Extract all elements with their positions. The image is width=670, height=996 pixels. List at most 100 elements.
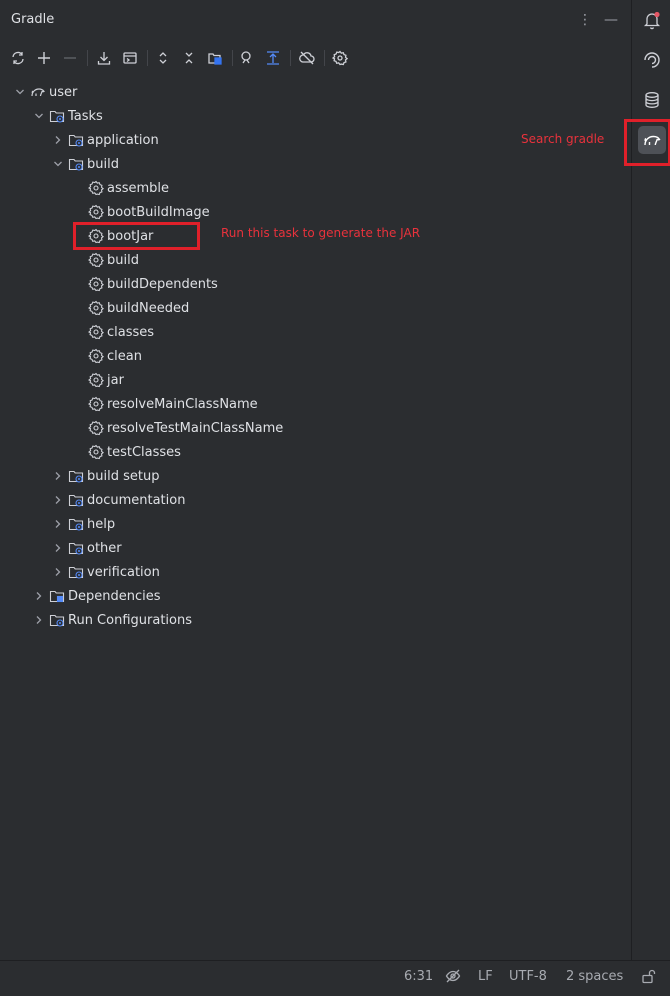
task-label: testClasses: [107, 444, 181, 460]
unlock-icon[interactable]: [640, 968, 656, 988]
notifications-icon[interactable]: [640, 8, 664, 32]
tree-node-other[interactable]: other: [50, 536, 122, 560]
gear-icon: [88, 276, 104, 292]
tree-node-label: build: [87, 156, 119, 172]
gear-icon: [88, 324, 104, 340]
offline-mode-icon[interactable]: [297, 48, 317, 68]
chevron-right-icon[interactable]: [50, 132, 66, 148]
line-separator[interactable]: LF: [478, 969, 493, 984]
tree-node-dependencies[interactable]: Dependencies: [31, 584, 161, 608]
bootjar-highlight-box: [73, 222, 200, 250]
tree-node-label: Dependencies: [68, 588, 161, 604]
task-assemble[interactable]: assemble: [88, 176, 169, 200]
task-label: build: [107, 252, 139, 268]
add-icon[interactable]: [34, 48, 54, 68]
link-project-icon[interactable]: [205, 48, 225, 68]
read-only-eye-icon[interactable]: [445, 968, 461, 988]
task-buildneeded[interactable]: buildNeeded: [88, 296, 189, 320]
gear-icon: [88, 300, 104, 316]
more-options-icon[interactable]: ⋮: [575, 10, 595, 30]
task-folder-icon: [68, 156, 84, 172]
task-builddependents[interactable]: buildDependents: [88, 272, 218, 296]
tree-node-label: build setup: [87, 468, 160, 484]
task-label: bootBuildImage: [107, 204, 210, 220]
task-label: buildDependents: [107, 276, 218, 292]
expand-all-icon[interactable]: [153, 48, 173, 68]
task-folder-icon: [68, 516, 84, 532]
gear-icon: [88, 396, 104, 412]
gradle-tool-window: Gradle ⋮ — user Tasks application build …: [0, 0, 631, 960]
gear-icon: [88, 252, 104, 268]
refresh-icon[interactable]: [8, 48, 28, 68]
tree-node-verification[interactable]: verification: [50, 560, 160, 584]
right-tool-strip: [624, 0, 670, 960]
download-sources-icon[interactable]: [94, 48, 114, 68]
tool-window-title: Gradle: [11, 12, 55, 27]
minimize-icon[interactable]: —: [601, 10, 621, 30]
tree-node-user[interactable]: user: [12, 80, 77, 104]
chevron-down-icon[interactable]: [31, 108, 47, 124]
task-build[interactable]: build: [88, 248, 139, 272]
task-resolvetestmainclassname[interactable]: resolveTestMainClassName: [88, 416, 283, 440]
tree-node-build-setup[interactable]: build setup: [50, 464, 159, 488]
chevron-right-icon[interactable]: [50, 468, 66, 484]
tool-window-header: Gradle ⋮ —: [0, 0, 631, 40]
chevron-down-icon[interactable]: [12, 84, 28, 100]
chevron-down-icon[interactable]: [50, 156, 66, 172]
tree-node-build-group[interactable]: build: [50, 152, 119, 176]
ai-assistant-icon[interactable]: [640, 48, 664, 72]
run-task-icon[interactable]: [120, 48, 140, 68]
tree-node-label: documentation: [87, 492, 186, 508]
gradle-icon-highlight-box: [624, 119, 670, 166]
tree-node-label: Run Configurations: [68, 612, 192, 628]
task-clean[interactable]: clean: [88, 344, 142, 368]
chevron-right-icon[interactable]: [31, 588, 47, 604]
chevron-right-icon[interactable]: [50, 564, 66, 580]
chevron-right-icon[interactable]: [50, 516, 66, 532]
task-label: assemble: [107, 180, 170, 196]
tree-node-label: application: [87, 132, 159, 148]
chevron-right-icon[interactable]: [50, 492, 66, 508]
task-classes[interactable]: classes: [88, 320, 154, 344]
toolbar-separator: [324, 50, 325, 66]
collapse-all-icon[interactable]: [179, 48, 199, 68]
chevron-right-icon[interactable]: [31, 612, 47, 628]
settings-icon[interactable]: [330, 48, 350, 68]
database-icon[interactable]: [640, 88, 664, 112]
tree-node-help[interactable]: help: [50, 512, 115, 536]
task-folder-icon: [49, 612, 65, 628]
tree-node-label: user: [49, 84, 78, 100]
gradle-elephant-icon: [30, 84, 46, 100]
tree-node-application[interactable]: application: [50, 128, 159, 152]
gear-icon: [88, 348, 104, 364]
dependencies-folder-icon: [49, 588, 65, 604]
task-folder-icon: [68, 540, 84, 556]
gear-icon: [88, 372, 104, 388]
task-label: buildNeeded: [107, 300, 190, 316]
tree-node-run-configurations[interactable]: Run Configurations: [31, 608, 192, 632]
toolbar-separator: [290, 50, 291, 66]
task-resolvemainclassname[interactable]: resolveMainClassName: [88, 392, 258, 416]
tree-node-tasks[interactable]: Tasks: [31, 104, 103, 128]
analyze-dependencies-icon[interactable]: [237, 48, 257, 68]
file-encoding[interactable]: UTF-8: [509, 969, 547, 984]
task-folder-icon: [49, 108, 65, 124]
gear-icon: [88, 180, 104, 196]
tree-node-label: verification: [87, 564, 160, 580]
task-testclasses[interactable]: testClasses: [88, 440, 181, 464]
chevron-right-icon[interactable]: [50, 540, 66, 556]
bootjar-annotation: Run this task to generate the JAR: [221, 226, 421, 240]
task-jar[interactable]: jar: [88, 368, 124, 392]
remove-icon[interactable]: [60, 48, 80, 68]
show-toolbar-icon[interactable]: [263, 48, 283, 68]
task-label: jar: [107, 372, 124, 388]
task-label: resolveMainClassName: [107, 396, 258, 412]
tree-node-documentation[interactable]: documentation: [50, 488, 185, 512]
caret-position[interactable]: 6:31: [404, 969, 433, 984]
gradle-toolbar: [0, 44, 631, 72]
tree-node-label: other: [87, 540, 122, 556]
task-bootbuildimage[interactable]: bootBuildImage: [88, 200, 210, 224]
tree-node-label: Tasks: [68, 108, 103, 124]
indent-setting[interactable]: 2 spaces: [566, 969, 623, 984]
gear-icon: [88, 444, 104, 460]
